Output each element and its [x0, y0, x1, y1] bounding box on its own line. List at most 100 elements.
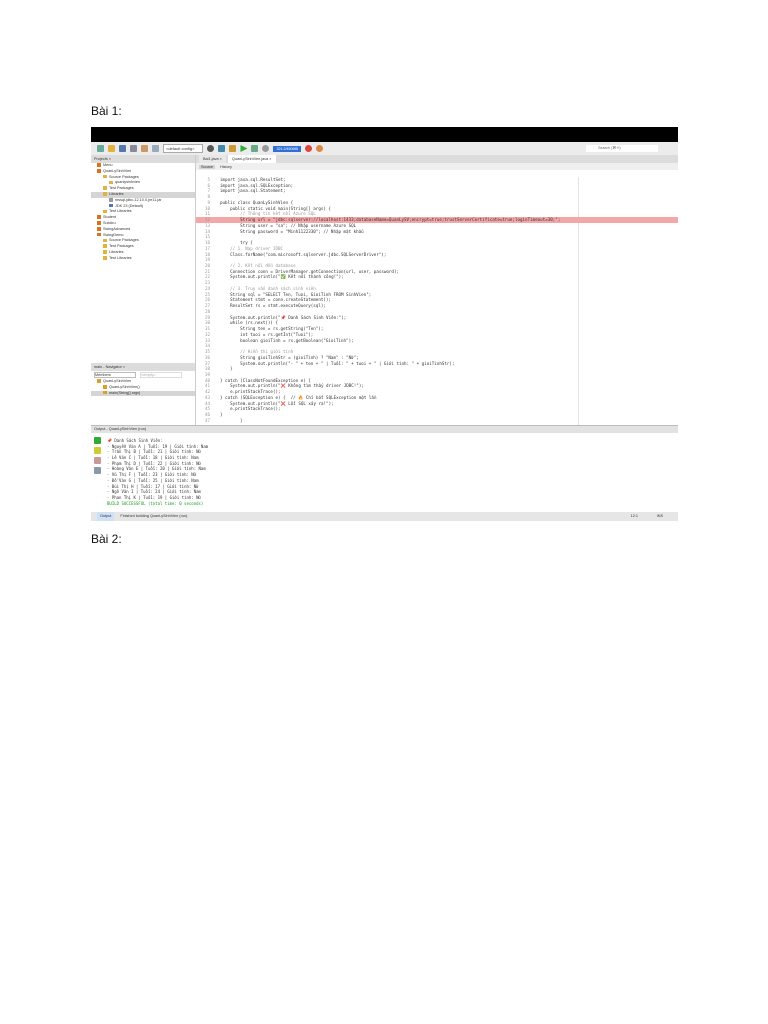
- tree-item-label: Student: [103, 215, 117, 220]
- navigator-tab[interactable]: main - Navigator ×: [91, 363, 195, 371]
- memory-indicator[interactable]: 321.2/450MB: [273, 145, 301, 152]
- output-status-tab[interactable]: Output: [97, 512, 115, 521]
- stop-icon[interactable]: [94, 457, 101, 464]
- tab-quanlysinhvien[interactable]: QuanLySinhVien.java ×: [227, 155, 276, 163]
- search-input[interactable]: Search (⌘+I): [586, 145, 658, 152]
- debug-icon[interactable]: [251, 145, 259, 152]
- tree-item[interactable]: Test Libraries: [91, 256, 195, 262]
- code-text: System.out.println("✅ Kết nối thành công…: [220, 274, 344, 280]
- profiler-icon[interactable]: [315, 145, 323, 152]
- document-page: Bài 1: <default config> 321.2/450MB Sear…: [0, 0, 768, 1024]
- editor-toolbar: Source History: [196, 163, 678, 170]
- tree-item-label: Source Packages: [109, 174, 139, 179]
- output-line: - Phan Thị K | Tuổi: 19 | Giới tính: Nữ: [107, 494, 201, 500]
- line-number: 47: [204, 417, 210, 423]
- save-all-icon[interactable]: [130, 145, 137, 152]
- code-text: System.out.println("📌 Danh Sách Sinh Viê…: [220, 314, 347, 320]
- tree-item-label: Test Libraries: [109, 255, 132, 260]
- new-file-icon[interactable]: [97, 145, 104, 152]
- code-text: String password = "Minh1122330"; // Nhập…: [220, 228, 364, 234]
- code-text: try {: [220, 240, 253, 246]
- tree-item-label: Test Packages: [109, 186, 134, 191]
- toolbar: <default config> 321.2/450MB Search (⌘+I…: [91, 142, 678, 155]
- members-select[interactable]: Members: [94, 372, 136, 378]
- folder-icon: [103, 244, 107, 248]
- folder-icon: [109, 180, 113, 185]
- tree-item-label: mssql-jdbc-12.10.0.jre11.jar: [115, 197, 162, 202]
- tree-item-label: Test Packages: [109, 244, 134, 249]
- code-text: e.printStackTrace();: [220, 389, 281, 395]
- code-area[interactable]: 5 import java.sql.ResultSet; 6 import java.…: [196, 177, 678, 424]
- code-text: }: [220, 417, 243, 423]
- filter-select[interactable]: <empty>: [140, 372, 182, 378]
- cursor-position: 12:1: [630, 514, 638, 518]
- open-project-icon[interactable]: [119, 145, 126, 152]
- navigator-tree: QuanLySinhVien QuanLySinhVien() main(Strin…: [91, 379, 195, 397]
- tree-item-label: main(String[] args): [109, 390, 141, 395]
- code-text: Statement stmt = conn.createStatement();: [220, 297, 331, 303]
- code-text: System.out.println("- " + ten + " | Tuổi…: [220, 360, 455, 366]
- code-text: public class QuanLySinhVien {: [220, 199, 294, 205]
- heading-bai-1: Bài 1:: [91, 104, 122, 118]
- code-text: int tuoi = rs.getInt("Tuoi");: [220, 331, 314, 337]
- code-text: import java.sql.ResultSet;: [220, 177, 286, 182]
- code-text: e.printStackTrace();: [220, 406, 281, 412]
- folder-icon: [103, 186, 107, 190]
- tab-bai1[interactable]: Bai1.java ×: [199, 155, 226, 163]
- folder-icon: [103, 256, 107, 260]
- config-gear-icon[interactable]: [207, 145, 215, 152]
- folder-icon: [109, 203, 113, 208]
- code-text: import java.sql.SQLException;: [220, 182, 294, 188]
- run-icon[interactable]: [240, 145, 248, 152]
- folder-icon: [103, 174, 107, 179]
- code-text: // 1. Nạp driver JDBC: [220, 245, 284, 251]
- code-text: String gioiTinhStr = (gioiTinh) ? "Nam" …: [220, 354, 359, 360]
- redo-icon[interactable]: [152, 145, 159, 152]
- code-text: ResultSet rs = stmt.executeQuery(sql);: [220, 303, 326, 309]
- code-text: String ten = rs.getString("Ten");: [220, 326, 324, 332]
- profile-icon[interactable]: [262, 145, 270, 152]
- settings-icon[interactable]: [94, 467, 101, 474]
- heading-bai-2: Bài 2:: [91, 532, 122, 546]
- rerun-options-icon[interactable]: [94, 447, 101, 454]
- code-text: String url = "jdbc:sqlserver://localhost…: [220, 217, 561, 223]
- output-line: - Đỗ Văn G | Tuổi: 25 | Giới tính: Nam: [107, 477, 199, 483]
- folder-icon: [97, 227, 101, 231]
- code-text: // Hiển thị giới tính: [220, 349, 294, 355]
- folder-icon: [103, 192, 107, 196]
- tree-item-label: Menu: [103, 163, 113, 167]
- code-text: }: [220, 412, 223, 418]
- folder-icon: [103, 238, 107, 243]
- code-text: String user = "sa"; // Nhập username Azu…: [220, 222, 357, 228]
- code-text: System.out.println("❌ Không tìm thấy dri…: [220, 383, 364, 389]
- code-text: } catch (SQLException e) { // 🔥 Chỉ bắt …: [220, 394, 377, 400]
- code-text: Connection conn = DriverManager.getConne…: [220, 268, 399, 274]
- projects-tab[interactable]: Projects ×: [91, 155, 195, 163]
- tree-item[interactable]: main(String[] args): [91, 390, 195, 397]
- projects-panel: Projects × Menu QuanLySinhVien Source Pack…: [91, 155, 196, 453]
- undo-icon[interactable]: [141, 145, 148, 152]
- output-line: - Lê Văn C | Tuổi: 18 | Giới tính: Nam: [107, 455, 199, 461]
- tree-item-label: SwingAdvanced: [103, 226, 131, 231]
- clean-build-icon[interactable]: [229, 145, 237, 152]
- code-text: Class.forName("com.microsoft.sqlserver.j…: [220, 251, 387, 257]
- insert-mode: INS: [656, 514, 663, 518]
- folder-icon: [103, 385, 107, 389]
- status-bar: Output Finished building QuanLySinhVien …: [91, 512, 678, 521]
- gc-icon[interactable]: [304, 145, 312, 152]
- source-tab[interactable]: Source: [199, 164, 216, 169]
- config-select[interactable]: <default config>: [163, 144, 204, 153]
- code-text: } catch (ClassNotFoundException e) {: [220, 377, 311, 383]
- build-icon[interactable]: [218, 145, 226, 152]
- new-project-icon[interactable]: [108, 145, 115, 152]
- code-editor: Bai1.java × QuanLySinhVien.java × Source…: [196, 155, 678, 425]
- code-line: 47 }: [196, 418, 678, 424]
- folder-icon: [103, 209, 107, 214]
- code-text: System.out.println("❌ Lỗi SQL xảy ra!");: [220, 400, 334, 406]
- rerun-icon[interactable]: [94, 437, 101, 444]
- code-text: while (rs.next()) {: [220, 320, 278, 326]
- output-title[interactable]: Output - QuanLySinhVien (run): [91, 426, 678, 433]
- ide-screenshot: <default config> 321.2/450MB Search (⌘+I…: [91, 127, 678, 521]
- history-tab[interactable]: History: [218, 165, 234, 169]
- tree-item-label: Libraries: [109, 191, 124, 196]
